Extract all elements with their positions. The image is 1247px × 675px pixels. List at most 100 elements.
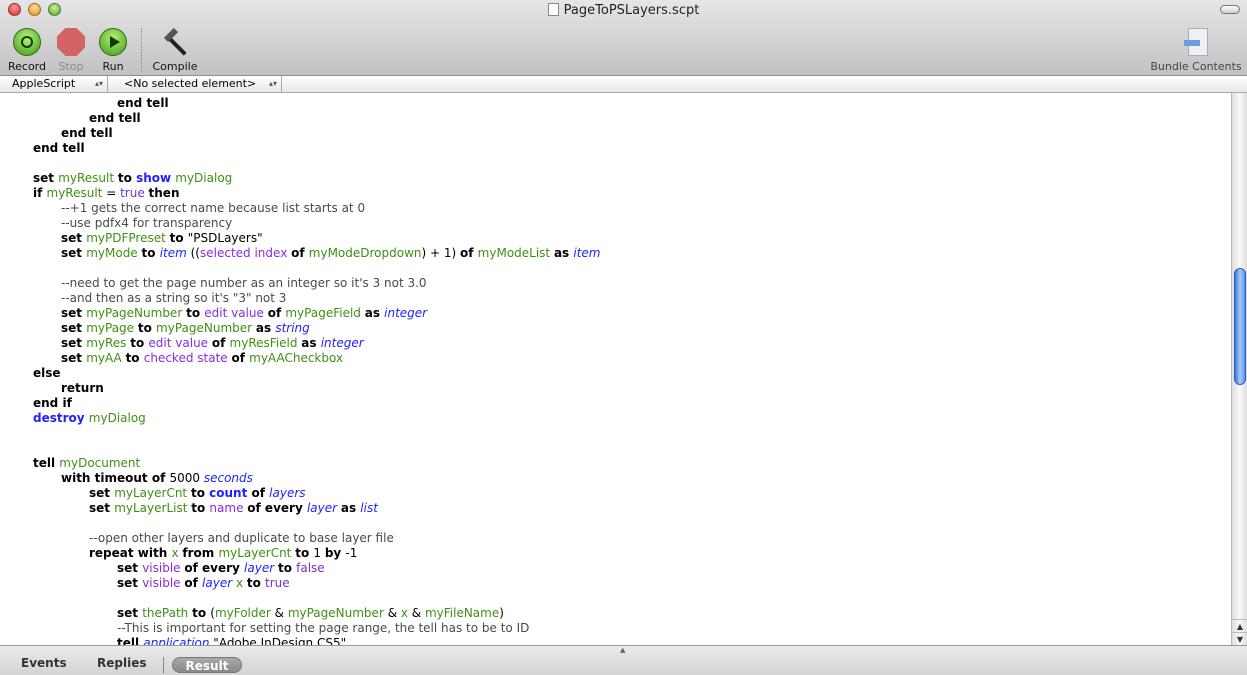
code-line: set visible of every layer to false [117,561,325,576]
tab-result[interactable]: Result [172,657,242,673]
code-token: --open other layers and duplicate to bas… [89,531,394,545]
code-token: set [61,246,87,260]
code-line: tell myDocument [33,456,140,471]
code-token: myDialog [88,411,146,425]
code-token: to [117,171,137,185]
code-token: show [136,171,176,185]
tab-events[interactable]: Events [21,656,67,670]
code-token: set [61,321,87,335]
code-token: else [33,366,61,380]
code-token: tell [33,456,60,470]
code-line: --+1 gets the correct name because list … [61,201,365,216]
code-token: end tell [33,141,85,155]
code-token: to [246,576,266,590]
code-token: set [61,306,87,320]
code-token: to [192,606,211,620]
code-token: of [251,486,270,500]
code-token: myResult [46,186,107,200]
code-token: myModeList [477,246,554,260]
stop-button[interactable]: Stop [53,28,89,73]
code-token: --and then as a string so it's "3" not 3 [61,291,287,305]
code-token: end if [33,396,72,410]
bundle-contents-button[interactable]: Bundle Contents [1150,28,1242,73]
tab-replies[interactable]: Replies [97,656,146,670]
scrollbar-thumb[interactable] [1234,268,1246,385]
code-token: to [190,486,210,500]
code-line: end tell [33,141,85,156]
code-token: myPageNumber [156,321,256,335]
code-token: myPDFPreset [86,231,170,245]
script-editor[interactable]: end tell end tell end tell end tell set myRe… [0,93,1231,645]
code-token: as [364,306,385,320]
splitter-handle[interactable]: ▲ [620,646,625,654]
code-line: --This is important for setting the page… [117,621,529,636]
code-line: set visible of layer x to true [117,576,290,591]
element-popup[interactable]: <No selected element> ▴▾ [108,76,282,93]
code-token: set [117,561,143,575]
code-line: set myPDFPreset to "PSDLayers" [61,231,263,246]
record-label: Record [7,60,46,73]
code-token: 5000 [169,471,204,485]
updown-arrows-icon: ▴▾ [268,79,277,88]
code-token: myDialog [175,171,233,185]
code-token: myRes [86,336,131,350]
code-token: layer [202,576,236,590]
vertical-scrollbar[interactable]: ▲ ▼ [1231,93,1247,645]
code-line: end tell [61,126,113,141]
code-token: (( [190,246,200,260]
code-token: string [275,321,310,335]
scroll-down-arrow-icon[interactable]: ▼ [1232,632,1247,645]
toolbar-toggle-button[interactable] [1220,5,1240,14]
code-token: myPageNumber [86,306,187,320]
navigation-bar: AppleScript ▴▾ <No selected element> ▴▾ [0,76,1247,93]
code-token: seconds [203,471,253,485]
code-token: layers [269,486,306,500]
code-token: to [169,231,188,245]
code-line: tell application "Adobe InDesign CS5" [117,636,346,645]
code-token: x [400,606,412,620]
code-line: set myAA to checked state of myAACheckbo… [61,351,343,366]
code-token: myModeDropdown [308,246,422,260]
code-token: if [33,186,47,200]
tab-separator [163,657,164,673]
code-token: to [141,246,160,260]
language-popup[interactable]: AppleScript ▴▾ [0,76,108,93]
code-token: 1 [313,546,325,560]
stop-icon [57,28,85,56]
compile-button[interactable]: Compile [150,27,200,73]
code-token: myDocument [59,456,141,470]
code-token: myResult [58,171,118,185]
record-button[interactable]: Record [6,28,48,73]
code-token: --+1 gets the correct name because list … [61,201,366,215]
run-icon [99,28,127,56]
code-token: to [277,561,297,575]
code-line: set myLayerCnt to count of layers [89,486,306,501]
element-value: <No selected element> [124,77,257,90]
code-token: of [267,306,286,320]
code-token: set [117,606,143,620]
compile-label: Compile [152,60,198,73]
code-token: end tell [89,111,141,125]
code-token: myLayerList [114,501,192,515]
document-icon [547,3,559,16]
language-value: AppleScript [12,77,76,90]
code-line: if myResult = true then [33,186,180,201]
code-token: ) [499,606,504,620]
code-token: to [130,336,149,350]
code-line: end tell [117,96,169,111]
stop-label: Stop [58,60,84,73]
code-token: myPageNumber [287,606,388,620]
code-token: list [360,501,378,515]
code-token: edit value [148,336,212,350]
code-token: myFolder [214,606,275,620]
code-token: end tell [117,96,169,110]
run-button[interactable]: Run [95,28,131,73]
scroll-up-arrow-icon[interactable]: ▲ [1232,619,1247,632]
code-token: "PSDLayers" [187,231,263,245]
code-token: then [148,186,180,200]
code-line: with timeout of 5000 seconds [61,471,253,486]
code-token: set [61,231,87,245]
code-token: of [211,336,230,350]
code-line: set myRes to edit value of myResField as… [61,336,364,351]
code-token: myPageField [285,306,365,320]
